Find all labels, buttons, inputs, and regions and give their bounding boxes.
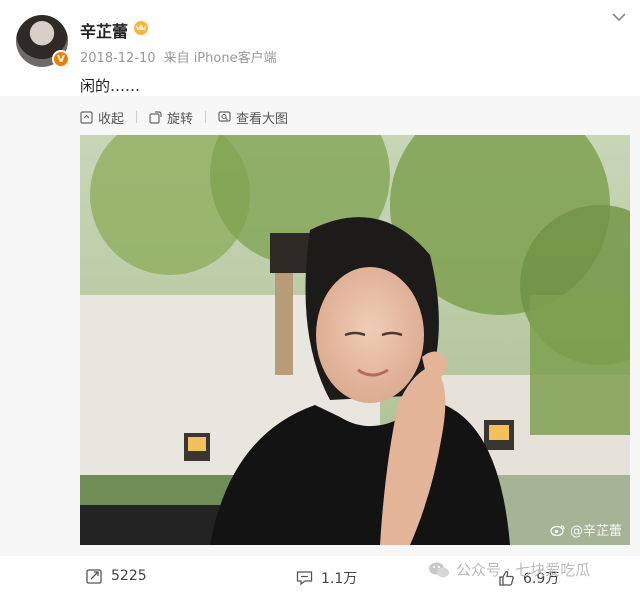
chevron-down-icon[interactable]: [612, 12, 626, 22]
comment-icon: [296, 571, 313, 586]
verified-badge: V: [52, 50, 70, 68]
rotate-icon: [149, 110, 162, 124]
username[interactable]: 辛芷蕾: [80, 18, 128, 42]
repost-button[interactable]: 5225: [86, 568, 147, 584]
post-source: 来自 iPhone客户端: [163, 51, 277, 66]
toolbar-divider: [136, 111, 138, 123]
photo-illustration: [80, 135, 630, 545]
magnify-icon: [218, 110, 231, 122]
repost-count: 5225: [111, 568, 147, 584]
view-large-button[interactable]: 查看大图: [218, 108, 288, 127]
post-meta: 2018-12-10 来自 iPhone客户端: [80, 47, 277, 66]
rotate-label: 旋转: [167, 111, 194, 127]
rotate-button[interactable]: 旋转: [149, 108, 193, 127]
toolbar-divider: [205, 111, 207, 123]
comment-button[interactable]: 1.1万: [296, 568, 357, 588]
media-toolbar: 收起 旋转 查看大图: [80, 107, 288, 127]
wechat-watermark-text: 公众号 · 七块爱吃瓜: [456, 561, 591, 579]
post-header: V 辛芷蕾 2018-12-10 来自 iPhone客户端 闲的……: [0, 0, 640, 100]
collapse-button[interactable]: 收起: [80, 108, 124, 127]
crown-icon: [134, 21, 148, 35]
weibo-icon: [550, 524, 565, 536]
wechat-icon: [429, 562, 449, 577]
photo-watermark: @辛芷蕾: [550, 520, 622, 539]
watermark-text: @辛芷蕾: [569, 524, 622, 539]
wechat-watermark: 公众号 · 七块爱吃瓜: [428, 559, 590, 580]
post-text: 闲的……: [80, 77, 141, 95]
avatar[interactable]: V: [16, 15, 70, 68]
collapse-label: 收起: [98, 111, 125, 127]
view-large-label: 查看大图: [236, 111, 289, 127]
post-date[interactable]: 2018-12-10: [80, 51, 156, 66]
comment-count: 1.1万: [321, 571, 358, 587]
collapse-icon: [80, 110, 93, 124]
post-photo[interactable]: @辛芷蕾: [80, 135, 630, 545]
repost-icon: [86, 569, 102, 584]
